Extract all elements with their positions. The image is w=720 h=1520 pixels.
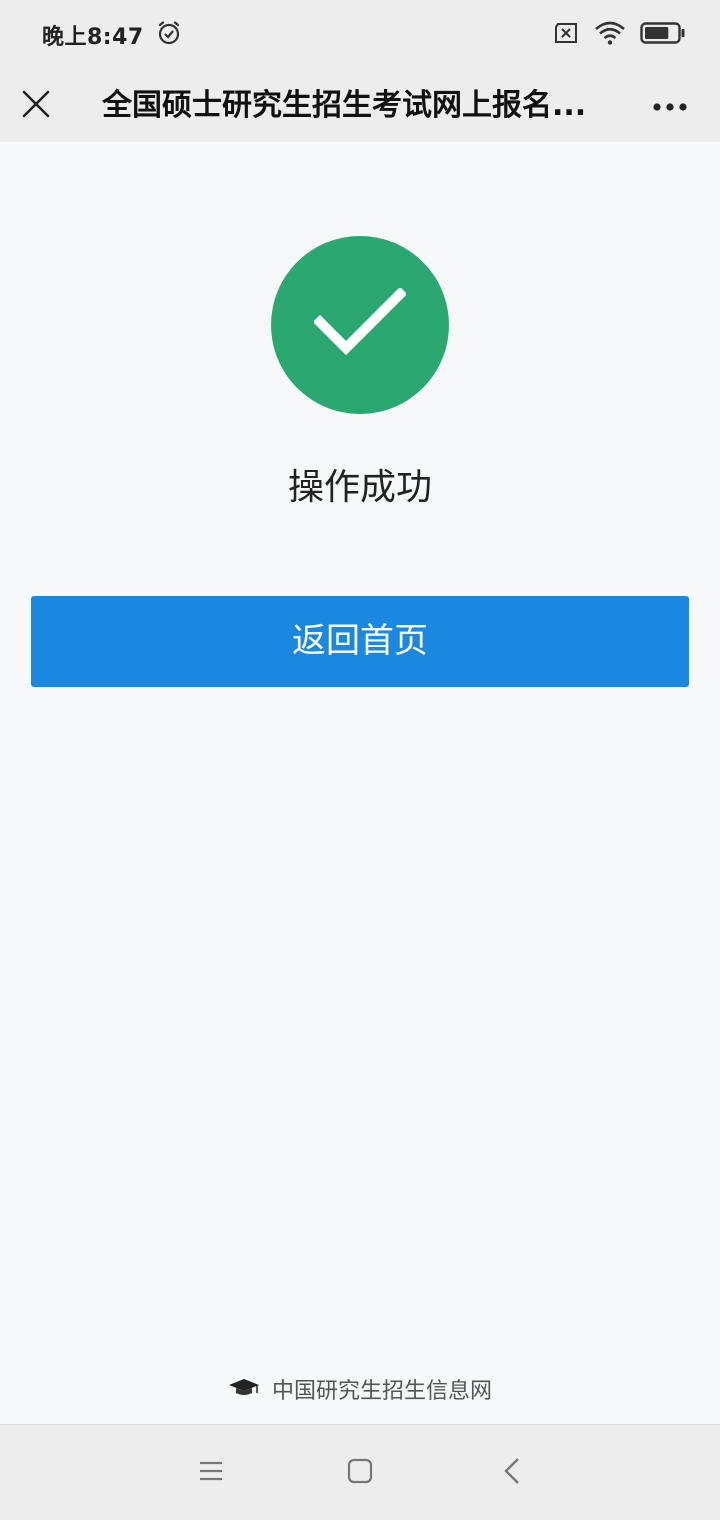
return-home-button[interactable]: 返回首页 [31,596,689,687]
back-icon [503,1457,521,1489]
close-icon [22,90,50,122]
more-icon [652,97,688,116]
status-time: 晚上8:47 [42,25,144,50]
back-nav-button[interactable] [488,1449,536,1497]
success-message: 操作成功 [287,467,432,508]
home-nav-button[interactable] [336,1449,384,1497]
page-title: 全国硕士研究生招生考试网上报名... [102,88,587,123]
wifi-icon [594,20,626,50]
nav-bar: 全国硕士研究生招生考试网上报名... [0,70,720,142]
status-right [552,20,686,50]
home-icon [347,1458,373,1488]
system-nav-bar [0,1424,720,1520]
status-bar: 晚上8:47 [0,0,720,70]
success-badge [271,236,449,414]
more-button[interactable] [646,82,694,130]
menu-icon [198,1459,224,1487]
sim-off-icon [552,21,580,49]
menu-button[interactable] [187,1449,235,1497]
close-button[interactable] [14,78,58,134]
footer-text: 中国研究生招生信息网 [271,1379,492,1404]
main-content: 操作成功 返回首页 中国研究生招生信息网 [0,142,720,1424]
graduation-cap-icon [228,1376,260,1402]
footer: 中国研究生招生信息网 [0,1372,720,1406]
status-left: 晚上8:47 [42,19,182,51]
check-icon [312,286,408,362]
battery-icon [640,21,686,49]
alarm-icon [156,20,182,50]
